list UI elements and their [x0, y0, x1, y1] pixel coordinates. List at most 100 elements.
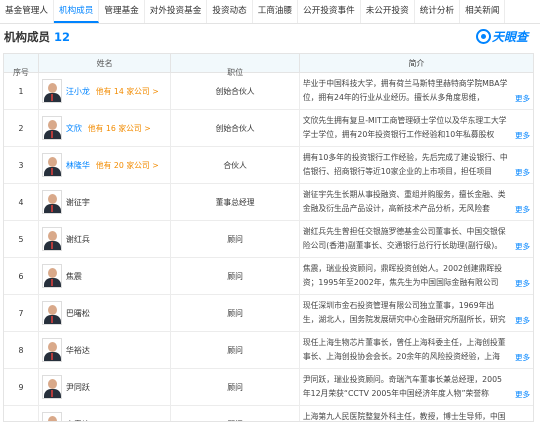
person-name: 焦震: [65, 271, 82, 281]
person-name: 巴曙松: [65, 308, 90, 318]
company-count-link[interactable]: 他有 16 家公司 >: [88, 123, 151, 134]
name-cell: 尹同跃: [39, 369, 172, 405]
name-cell: 林隆华 他有 20 家公司 >: [39, 147, 172, 183]
bio-cell: 上海第九人民医院整复外科主任，教授，博士生导师，中国医师协会美容与整形医师分会会…: [300, 406, 533, 421]
name-cell: 谢征宇: [39, 184, 172, 220]
row-number: 4: [4, 184, 39, 220]
name-cell: 汪小龙 他有 14 家公司 >: [39, 73, 172, 109]
position-cell: 顾问: [171, 406, 300, 421]
more-link[interactable]: 更多: [515, 92, 530, 106]
table-row: 1 汪小龙 他有 14 家公司 > 创始合伙人 毕业于中国科技大学，拥有荷兰马斯特里赫特…: [4, 73, 533, 110]
row-number: 2: [4, 110, 39, 146]
bio-cell: 尹同跃，瑞业投资顾问。奇瑞汽车董事长兼总经理，2005年12月荣获“CCTV 2…: [300, 369, 533, 405]
table-row: 7 巴曙松 顾问 现任深圳市金石投资管理有限公司独立董事，1969年出生，湖北人，国务…: [4, 295, 533, 332]
position-cell: 创始合伙人: [171, 73, 300, 109]
eye-logo-icon: [475, 28, 491, 44]
avatar: [41, 227, 62, 251]
name-cell: 华裕达: [39, 332, 172, 368]
name-cell: 巴曙松: [39, 295, 172, 331]
name-cell: 文欣 他有 16 家公司 >: [39, 110, 172, 146]
header-no: 序号: [4, 54, 39, 77]
bio-cell: 谢征宇先生长期从事投融资、重组并购服务，擅长金融、类金融及衍生品产品设计，高新技…: [300, 184, 533, 220]
more-link[interactable]: 更多: [515, 388, 530, 402]
more-link[interactable]: 更多: [515, 203, 530, 217]
table-header: 序号 姓名 职位 简介: [4, 54, 533, 77]
position-cell: 顾问: [171, 258, 300, 294]
table-row: 5 谢红兵 顾问 谢红兵先生曾担任交银施罗德基金公司董事长、中国交银保险公司(香港)副…: [4, 221, 533, 258]
more-link[interactable]: 更多: [515, 277, 530, 291]
name-cell: 谢红兵: [39, 221, 172, 257]
bio-text: 尹同跃，瑞业投资顾问。奇瑞汽车董事长兼总经理，2005年12月荣获“CCTV 2…: [302, 375, 502, 398]
bio-text: 现任上海生物芯片董事长，曾任上海科委主任，上海创投董事长、上海创投协会会长。20…: [302, 338, 506, 361]
more-link[interactable]: 更多: [515, 240, 530, 254]
tab-5[interactable]: 投资动态: [207, 0, 253, 23]
more-link[interactable]: 更多: [515, 351, 530, 365]
company-count-link[interactable]: 他有 20 家公司 >: [96, 160, 159, 171]
row-number: 6: [4, 258, 39, 294]
table-row: 4 谢征宇 董事总经理 谢征宇先生长期从事投融资、重组并购服务，擅长金融、类金融及衍生…: [4, 184, 533, 221]
table-row: 3 林隆华 他有 20 家公司 > 合伙人 拥有10多年的投资银行工作经验，先后完成了建…: [4, 147, 533, 184]
bio-text: 上海第九人民医院整复外科主任，教授，博士生导师，中国医师协会美容与整形医师分会会…: [302, 412, 506, 421]
tab-3[interactable]: 管理基金: [99, 0, 145, 23]
bio-cell: 谢红兵先生曾担任交银施罗德基金公司董事长、中国交银保险公司(香港)副董事长、交通…: [300, 221, 533, 257]
bio-cell: 焦震，瑞业投资顾问，鼎晖投资创始人。2002创建鼎晖投资；1995年至2002年…: [300, 258, 533, 294]
table-row: 8 华裕达 顾问 现任上海生物芯片董事长，曾任上海科委主任，上海创投董事长、上海创投协…: [4, 332, 533, 369]
row-number: 7: [4, 295, 39, 331]
position-cell: 顾问: [171, 295, 300, 331]
members-table: 序号 姓名 职位 简介 1 汪小龙 他有 14 家公司 > 创始合伙人 毕业于中国科技大…: [3, 53, 534, 422]
avatar: [41, 153, 62, 177]
person-name[interactable]: 汪小龙: [66, 86, 90, 97]
person-name[interactable]: 文欣: [66, 123, 82, 134]
row-number: 8: [4, 332, 39, 368]
avatar: [41, 338, 62, 362]
table-row: 9 尹同跃 顾问 尹同跃，瑞业投资顾问。奇瑞汽车董事长兼总经理，2005年12月荣获“…: [4, 369, 533, 406]
avatar: [41, 190, 62, 214]
row-number: 1: [4, 73, 39, 109]
bio-text: 毕业于中国科技大学，拥有荷兰马斯特里赫特商学院MBA学位，拥有24年的行业从业经…: [302, 79, 508, 102]
table-body: 1 汪小龙 他有 14 家公司 > 创始合伙人 毕业于中国科技大学，拥有荷兰马斯特里赫特…: [4, 73, 533, 422]
header-bio: 简介: [408, 59, 425, 68]
tab-bar: 基金管理人 机构成员 管理基金 对外投资基金 投资动态 工商油腰 公开投资事件 未公开投资 统计…: [0, 0, 540, 24]
position-cell: 董事总经理: [171, 184, 300, 220]
brand-logo: 天眼查: [475, 27, 528, 45]
tab-2[interactable]: 机构成员: [53, 0, 100, 23]
tab-1[interactable]: 基金管理人: [0, 0, 54, 23]
position-cell: 顾问: [171, 369, 300, 405]
bio-text: 文欣先生拥有复旦-MIT工商管理硕士学位以及华东理工大学学士学位，拥有20年投资…: [302, 116, 507, 139]
brand-name: 天眼查: [491, 29, 528, 44]
tab-9[interactable]: 统计分析: [415, 0, 461, 23]
tab-10[interactable]: 相关新闻: [460, 0, 506, 23]
tab-8[interactable]: 未公开投资: [361, 0, 415, 23]
bio-cell: 毕业于中国科技大学，拥有荷兰马斯特里赫特商学院MBA学位，拥有24年的行业从业经…: [300, 73, 533, 109]
tab-4[interactable]: 对外投资基金: [145, 0, 208, 23]
position-cell: 顾问: [171, 332, 300, 368]
avatar: [41, 79, 62, 103]
more-link[interactable]: 更多: [515, 166, 530, 180]
avatar: [41, 412, 62, 421]
person-name: 尹同跃: [65, 382, 90, 392]
avatar: [41, 264, 62, 288]
name-cell: 焦震: [39, 258, 172, 294]
table-row: 6 焦震 顾问 焦震，瑞业投资顾问，鼎晖投资创始人。2002创建鼎晖投资；1995年至…: [4, 258, 533, 295]
table-row: 10 李青峰 顾问上海第九人民医院整复外科主任，教授，博士生导师，中国医师协会美容与…: [4, 406, 533, 422]
name-cell: 李青峰: [39, 406, 172, 422]
more-link[interactable]: 更多: [515, 314, 530, 328]
row-number: 10: [4, 406, 39, 421]
person-name: 谢征宇: [65, 197, 90, 207]
member-count: 12: [54, 30, 71, 44]
person-name[interactable]: 林隆华: [66, 160, 90, 171]
avatar: [41, 116, 62, 140]
more-link[interactable]: 更多: [515, 129, 530, 143]
section-title-text: 机构成员: [4, 30, 50, 44]
header-position: 职位: [171, 54, 300, 77]
section-title: 机构成员 12: [4, 29, 70, 45]
person-name: 谢红兵: [65, 234, 90, 244]
company-count-link[interactable]: 他有 14 家公司 >: [96, 86, 159, 97]
bio-text: 谢征宇先生长期从事投融资、重组并购服务，擅长金融、类金融及衍生品产品设计，高新技…: [302, 190, 506, 213]
bio-cell: 文欣先生拥有复旦-MIT工商管理硕士学位以及华东理工大学学士学位，拥有20年投资…: [300, 110, 533, 146]
bio-cell: 现任深圳市金石投资管理有限公司独立董事，1969年出生，湖北人，国务院发展研究中…: [300, 295, 533, 331]
person-name: 李青峰: [66, 419, 90, 422]
tab-7[interactable]: 公开投资事件: [298, 0, 361, 23]
tab-6[interactable]: 工商油腰: [253, 0, 299, 23]
bio-text: 谢红兵先生曾担任交银施罗德基金公司董事长、中国交银保险公司(香港)副董事长、交通…: [302, 227, 506, 250]
